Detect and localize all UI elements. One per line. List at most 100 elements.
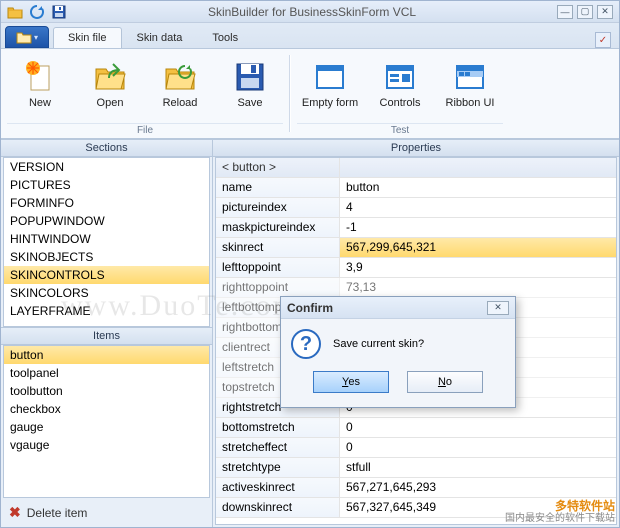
new-file-icon [23,60,57,94]
dialog-title: Confirm [287,301,333,315]
property-name: name [216,178,340,197]
properties-header: Properties [213,139,619,157]
property-value[interactable]: button [340,178,616,197]
window-title: SkinBuilder for BusinessSkinForm VCL [67,5,557,19]
property-value[interactable]: 73,13 [340,278,616,297]
no-button[interactable]: No [407,371,483,393]
tab-tools[interactable]: Tools [197,27,253,48]
tab-skin-data[interactable]: Skin data [122,27,198,48]
items-header: Items [1,327,212,345]
property-name: skinrect [216,238,340,257]
dialog-titlebar: Confirm ✕ [281,297,515,319]
property-value[interactable]: 567,327,645,349 [340,498,616,517]
ribbonui-button[interactable]: Ribbon UI [437,55,503,119]
main-window: SkinBuilder for BusinessSkinForm VCL — ▢… [0,0,620,528]
dialog-message: Save current skin? [333,338,424,350]
confirm-dialog: Confirm ✕ ? Save current skin? Yes No [280,296,516,408]
close-button[interactable]: ✕ [597,5,613,19]
save-icon [233,60,267,94]
refresh-icon[interactable] [29,4,45,20]
left-pane: Sections VERSIONPICTURESFORMINFOPOPUPWIN… [1,139,213,527]
property-name: stretcheffect [216,438,340,457]
folder-open-icon [93,60,127,94]
sections-item[interactable]: PICTURES [4,176,209,194]
property-row[interactable]: maskpictureindex-1 [216,218,616,238]
property-value[interactable]: stfull [340,458,616,477]
property-row[interactable]: stretcheffect0 [216,438,616,458]
property-name: downskinrect [216,498,340,517]
controls-icon [383,60,417,94]
tab-skin-file[interactable]: Skin file [53,27,122,48]
items-item[interactable]: gauge [4,418,209,436]
folder-refresh-icon [163,60,197,94]
property-value[interactable]: 567,271,645,293 [340,478,616,497]
ribbon: New Open Reload Save File [1,49,619,139]
group-caption-test: Test [297,123,503,137]
sections-item[interactable]: VERSION [4,158,209,176]
property-row[interactable]: skinrect567,299,645,321 [216,238,616,258]
emptyform-button[interactable]: Empty form [297,55,363,119]
property-row[interactable]: righttoppoint73,13 [216,278,616,298]
controls-button[interactable]: Controls [367,55,433,119]
sections-item[interactable]: HINTWINDOW [4,230,209,248]
property-value[interactable]: 567,299,645,321 [340,238,616,257]
ribbon-group-test: Empty form Controls Ribbon UI Test [291,49,509,138]
sections-item[interactable]: SKINCONTROLS [4,266,209,284]
property-name: bottomstretch [216,418,340,437]
sections-list[interactable]: VERSIONPICTURESFORMINFOPOPUPWINDOWHINTWI… [3,157,210,327]
delete-item-label: Delete item [27,506,88,520]
delete-icon: ✖ [9,504,21,521]
open-button[interactable]: Open [77,55,143,119]
new-button[interactable]: New [7,55,73,119]
question-icon: ? [291,329,321,359]
items-item[interactable]: toolpanel [4,364,209,382]
ribbon-tabs: ▾ Skin file Skin data Tools ✓ [1,23,619,49]
sections-item[interactable]: POPUPWINDOW [4,212,209,230]
property-value[interactable]: 4 [340,198,616,217]
property-value[interactable]: -1 [340,218,616,237]
ribbon-ui-icon [453,60,487,94]
property-row[interactable]: pictureindex4 [216,198,616,218]
delete-item-button[interactable]: ✖ Delete item [1,498,212,527]
folder-open-icon[interactable] [7,4,23,20]
property-value[interactable]: 3,9 [340,258,616,277]
items-list[interactable]: buttontoolpaneltoolbuttoncheckboxgaugevg… [3,345,210,498]
items-item[interactable]: toolbutton [4,382,209,400]
property-row[interactable]: activeskinrect567,271,645,293 [216,478,616,498]
property-row[interactable]: bottomstretch0 [216,418,616,438]
property-name: lefttoppoint [216,258,340,277]
maximize-button[interactable]: ▢ [577,5,593,19]
property-name: activeskinrect [216,478,340,497]
empty-form-icon [313,60,347,94]
chevron-down-icon: ▾ [34,33,38,42]
property-name: maskpictureindex [216,218,340,237]
items-item[interactable]: checkbox [4,400,209,418]
property-row[interactable]: stretchtypestfull [216,458,616,478]
sections-item[interactable]: SKINCOLORS [4,284,209,302]
ribbon-group-file: New Open Reload Save File [1,49,289,138]
yes-button[interactable]: Yes [313,371,389,393]
prop-selector[interactable]: < button > [216,158,340,177]
property-name: righttoppoint [216,278,340,297]
property-name: pictureindex [216,198,340,217]
save-icon[interactable] [51,4,67,20]
sections-item[interactable]: LAYERFRAME [4,302,209,320]
items-item[interactable]: vgauge [4,436,209,454]
property-row[interactable]: lefttoppoint3,9 [216,258,616,278]
dialog-close-button[interactable]: ✕ [487,301,509,315]
help-button[interactable]: ✓ [595,32,611,48]
property-value[interactable]: 0 [340,438,616,457]
sections-item[interactable]: SKINOBJECTS [4,248,209,266]
app-menu-button[interactable]: ▾ [5,26,49,48]
sections-header: Sections [1,139,212,157]
items-item[interactable]: button [4,346,209,364]
quick-access-toolbar [7,4,67,20]
save-button[interactable]: Save [217,55,283,119]
property-value[interactable]: 0 [340,418,616,437]
sections-item[interactable]: FORMINFO [4,194,209,212]
property-row[interactable]: downskinrect567,327,645,349 [216,498,616,518]
reload-button[interactable]: Reload [147,55,213,119]
property-row[interactable]: namebutton [216,178,616,198]
minimize-button[interactable]: — [557,5,573,19]
property-name: stretchtype [216,458,340,477]
